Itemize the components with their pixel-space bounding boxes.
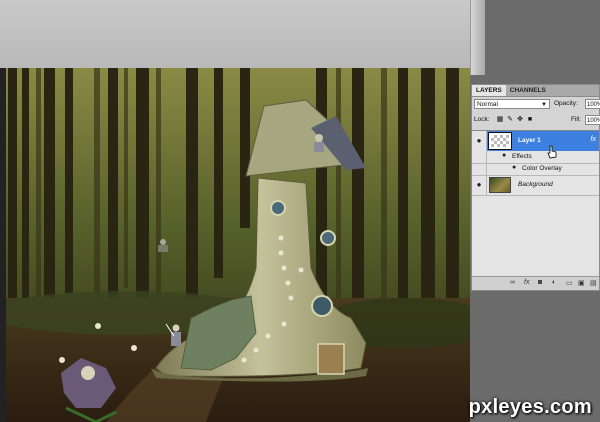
layers-panel-footer: ∞ fx ◙ ◐ ▭ ▣ ▤ (472, 276, 599, 290)
layer-row-layer-1[interactable]: ● Layer 1 fx (472, 131, 599, 152)
opacity-label: Opacity: (554, 100, 578, 107)
canvas-top-gray-area (0, 0, 470, 69)
tab-channels[interactable]: CHANNELS (506, 85, 550, 96)
chevron-down-icon: ▼ (541, 102, 547, 108)
visibility-cell (472, 163, 487, 175)
visibility-cell: ● (472, 175, 487, 195)
layer-row-background[interactable]: ● Background (472, 175, 599, 196)
eye-icon[interactable]: ● (474, 180, 484, 190)
effect-name: Color Overlay (522, 165, 562, 172)
vertical-scrollbar[interactable] (470, 0, 485, 75)
fill-input[interactable]: 100% (585, 115, 600, 125)
tab-layers[interactable]: LAYERS (472, 85, 506, 96)
watermark: pxleyes.com (468, 396, 592, 418)
hand-cursor-icon (547, 145, 557, 159)
new-layer-icon[interactable]: ▣ (578, 279, 585, 287)
layers-panel: LAYERS CHANNELS Normal ▼ Opacity: 100% L… (471, 84, 600, 291)
layer-name[interactable]: Background (518, 181, 553, 188)
visibility-cell: ● (472, 131, 487, 151)
forest-boot-house-image (6, 68, 470, 422)
new-group-icon[interactable]: ▭ (566, 279, 573, 287)
eye-icon[interactable]: ● (474, 136, 484, 146)
trash-icon[interactable]: ▤ (590, 279, 597, 287)
lock-all-icon[interactable]: ■ (526, 116, 534, 124)
layer-name[interactable]: Layer 1 (518, 137, 541, 144)
blend-mode-value: Normal (477, 101, 498, 108)
panel-tabs: LAYERS CHANNELS (472, 85, 599, 97)
document-canvas[interactable] (6, 68, 470, 422)
layer-thumbnail (488, 132, 512, 150)
adjustment-layer-icon[interactable]: ◐ (552, 279, 556, 286)
eye-icon[interactable]: ● (512, 164, 516, 171)
add-mask-icon[interactable]: ◙ (538, 279, 542, 286)
lock-transparency-icon[interactable]: ▦ (496, 116, 504, 124)
visibility-cell (472, 151, 487, 163)
fx-icon[interactable]: fx (524, 279, 529, 286)
fairy-on-roof (314, 134, 324, 152)
layer-thumbnail (489, 177, 511, 193)
fx-icon[interactable]: fx (591, 136, 596, 143)
opacity-input[interactable]: 100% (585, 99, 600, 109)
lock-position-icon[interactable]: ✥ (516, 116, 524, 124)
layers-list: ● Layer 1 fx ● Effects ● Color Overlay ●… (472, 130, 599, 276)
link-layers-icon[interactable]: ∞ (510, 279, 515, 286)
effects-label: Effects (512, 153, 532, 160)
fill-label: Fill: (571, 116, 582, 123)
lock-pixels-icon[interactable]: ✎ (506, 116, 514, 124)
blend-mode-select[interactable]: Normal ▼ (474, 99, 550, 109)
lock-label: Lock: (474, 116, 490, 123)
eye-icon[interactable]: ● (502, 152, 506, 159)
